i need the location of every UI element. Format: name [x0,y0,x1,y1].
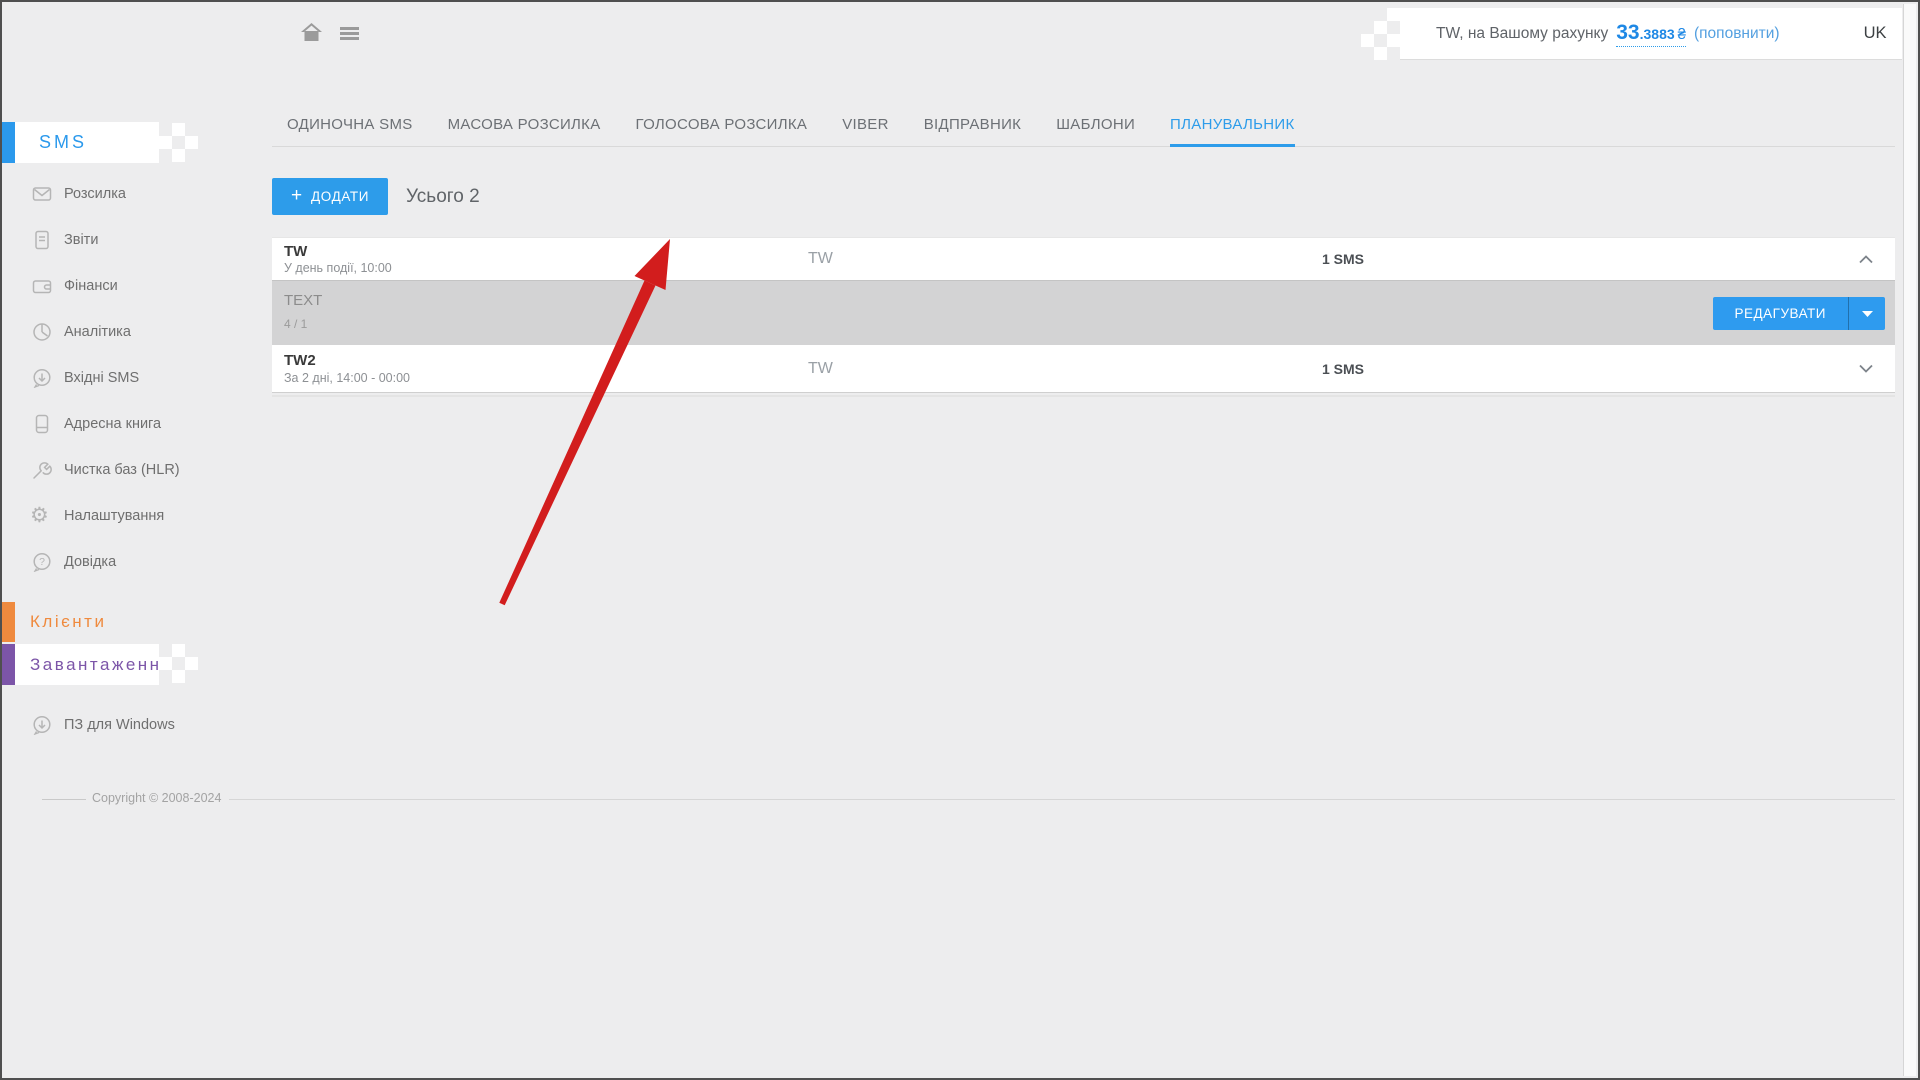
tab-viber[interactable]: VIBER [842,106,889,147]
sidebar-section-downloads[interactable]: Завантаження [2,644,159,685]
red-annotation-arrow [2,2,1920,1080]
help-question-icon: ? [32,552,52,572]
topup-link[interactable]: (поповнити) [1694,25,1780,43]
tab-odynochna-sms[interactable]: ОДИНОЧНА SMS [287,106,413,147]
language-selector[interactable]: UK [1830,24,1887,43]
pixel-decor [1374,21,1387,34]
account-panel: TW, на Вашому рахунку 33.3883₴ (поповнит… [1400,8,1902,60]
tab-planuvalnyk[interactable]: ПЛАНУВАЛЬНИК [1170,106,1294,147]
row-sms-count: 1 SMS [1322,361,1364,377]
sidebar-item-analityka[interactable]: Аналітика [2,309,222,355]
downloads-label: Завантаження [30,644,173,685]
language-code: UK [1864,24,1887,43]
pie-chart-icon [32,322,52,342]
pixel-decor [1361,34,1374,47]
plus-icon: + [291,185,302,207]
list-bottom-shadow [272,395,1895,397]
report-document-icon [32,230,52,250]
scheduler-row-detail: TEXT 4 / 1 РЕДАГУВАТИ [272,280,1895,345]
sidebar-section-clients[interactable]: Клієнти [2,602,222,642]
tab-masova-rozsylka[interactable]: МАСОВА РОЗСИЛКА [448,106,601,147]
detail-pages: 4 / 1 [284,317,307,331]
row-sender: TW [808,360,833,378]
sidebar-item-finansy[interactable]: Фінанси [2,263,222,309]
row-schedule: За 2 дні, 14:00 - 00:00 [284,371,410,385]
sidebar-item-pz-windows[interactable]: ПЗ для Windows [2,702,232,747]
copyright-text: Copyright © 2008-2024 [92,791,221,805]
chevron-down-icon[interactable] [1859,364,1873,373]
home-icon[interactable] [300,21,323,43]
row-name: TW [284,243,307,260]
pixel-decor [172,149,185,162]
balance-prefix: TW, на Вашому рахунку [1436,25,1608,43]
svg-text:?: ? [39,556,45,568]
gear-icon: ⚙ [30,503,49,527]
sidebar-nav: Розсилка Звіти Фінанси Аналітика Вхідні … [2,171,222,585]
row-sms-count: 1 SMS [1322,251,1364,267]
balance-amount[interactable]: 33.3883₴ [1616,21,1686,47]
scrollbar-track[interactable] [1903,4,1916,1076]
pixel-decor [159,657,172,670]
add-button[interactable]: + ДОДАТИ [272,178,388,215]
ukraine-flag-icon [1830,26,1855,42]
pixel-decor [172,670,185,683]
sidebar-item-chystka-baz[interactable]: Чистка баз (HLR) [2,447,222,493]
sidebar-item-zvity[interactable]: Звіти [2,217,222,263]
clients-bar [2,602,15,642]
copyright-divider-right [229,799,1895,800]
currency-symbol: ₴ [1678,26,1686,43]
caret-down-icon [1862,310,1873,317]
address-book-icon [32,414,52,434]
sidebar-sms-label[interactable]: SMS [39,122,87,163]
copyright-divider-left [42,799,86,800]
total-count-label: Усього 2 [406,178,480,215]
scheduler-row-tw[interactable]: TW У день події, 10:00 TW 1 SMS [272,237,1895,280]
pixel-decor [185,657,198,670]
tab-vidpravnyk[interactable]: ВІДПРАВНИК [924,106,1021,147]
detail-message-text: TEXT [284,292,322,309]
tab-holosova-rozsylka[interactable]: ГОЛОСОВА РОЗСИЛКА [636,106,808,147]
pixel-decor [1387,8,1400,21]
pixel-decor [172,123,185,136]
pixel-decor [185,136,198,149]
row-name: TW2 [284,352,316,369]
sidebar-section-sms: SMS [2,122,159,163]
sidebar-item-rozsylka[interactable]: Розсилка [2,171,222,217]
tab-shablony[interactable]: ШАБЛОНИ [1056,106,1135,147]
envelope-icon [32,184,52,204]
chevron-up-icon[interactable] [1859,255,1873,264]
clients-label: Клієнти [30,602,106,642]
wallet-icon [32,276,52,296]
menu-hamburger-icon[interactable] [340,27,359,40]
sidebar-item-adresna-knyha[interactable]: Адресна книга [2,401,222,447]
downloads-bar [2,644,15,685]
sms-active-bar [2,122,15,163]
section-tabs: ОДИНОЧНА SMS МАСОВА РОЗСИЛКА ГОЛОСОВА РО… [272,106,1895,147]
pixel-decor [159,136,172,149]
scheduler-list: TW У день події, 10:00 TW 1 SMS TEXT 4 /… [272,237,1895,397]
edit-button[interactable]: РЕДАГУВАТИ [1713,297,1850,330]
row-schedule: У день події, 10:00 [284,261,392,275]
sidebar-item-vkhidni-sms[interactable]: Вхідні SMS [2,355,222,401]
pixel-decor [172,644,185,657]
pixel-decor [1374,47,1387,60]
inbox-bubble-down-arrow-icon [32,368,52,388]
wrench-icon [32,460,52,480]
pixel-decor [1387,34,1400,47]
sidebar-item-nalashtuvannia[interactable]: ⚙ Налаштування [2,493,222,539]
scheduler-row-tw2[interactable]: TW2 За 2 дні, 14:00 - 00:00 TW 1 SMS [272,345,1895,393]
edit-dropdown-button[interactable] [1849,297,1885,330]
row-sender: TW [808,250,833,268]
sidebar-item-dovidka[interactable]: ? Довідка [2,539,222,585]
download-bubble-icon [32,715,52,735]
app-window: TW, на Вашому рахунку 33.3883₴ (поповнит… [0,0,1920,1080]
edit-split-button: РЕДАГУВАТИ [1713,297,1886,330]
